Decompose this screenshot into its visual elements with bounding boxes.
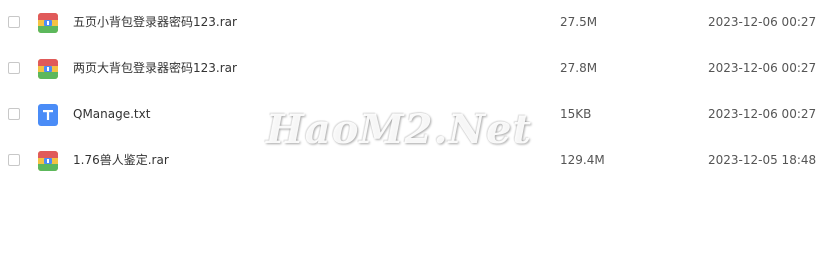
file-name[interactable]: QManage.txt bbox=[73, 106, 150, 122]
file-row[interactable]: 五页小背包登录器密码123.rar 27.5M 2023-12-06 00:27 bbox=[0, 3, 826, 49]
row-checkbox[interactable] bbox=[8, 62, 20, 74]
file-modified-date: 2023-12-06 00:27 bbox=[708, 107, 817, 121]
rar-archive-icon bbox=[37, 58, 59, 80]
text-file-icon bbox=[37, 104, 59, 126]
file-modified-date: 2023-12-06 00:27 bbox=[708, 61, 817, 75]
file-row[interactable]: QManage.txt 15KB 2023-12-06 00:27 bbox=[0, 95, 826, 141]
file-modified-date: 2023-12-05 18:48 bbox=[708, 153, 817, 167]
file-name[interactable]: 五页小背包登录器密码123.rar bbox=[73, 14, 237, 30]
file-name[interactable]: 1.76兽人鉴定.rar bbox=[73, 152, 169, 168]
file-modified-date: 2023-12-06 00:27 bbox=[708, 15, 817, 29]
row-checkbox[interactable] bbox=[8, 154, 20, 166]
file-size: 15KB bbox=[560, 107, 592, 121]
file-name[interactable]: 两页大背包登录器密码123.rar bbox=[73, 60, 237, 76]
file-size: 129.4M bbox=[560, 153, 605, 167]
rar-archive-icon bbox=[37, 12, 59, 34]
file-size: 27.5M bbox=[560, 15, 598, 29]
rar-archive-icon bbox=[37, 150, 59, 172]
row-checkbox[interactable] bbox=[8, 16, 20, 28]
file-row[interactable]: 1.76兽人鉴定.rar 129.4M 2023-12-05 18:48 bbox=[0, 141, 826, 187]
row-checkbox[interactable] bbox=[8, 108, 20, 120]
file-row[interactable]: 两页大背包登录器密码123.rar 27.8M 2023-12-06 00:27 bbox=[0, 49, 826, 95]
file-size: 27.8M bbox=[560, 61, 598, 75]
file-list: 五页小背包登录器密码123.rar 27.5M 2023-12-06 00:27… bbox=[0, 0, 826, 184]
